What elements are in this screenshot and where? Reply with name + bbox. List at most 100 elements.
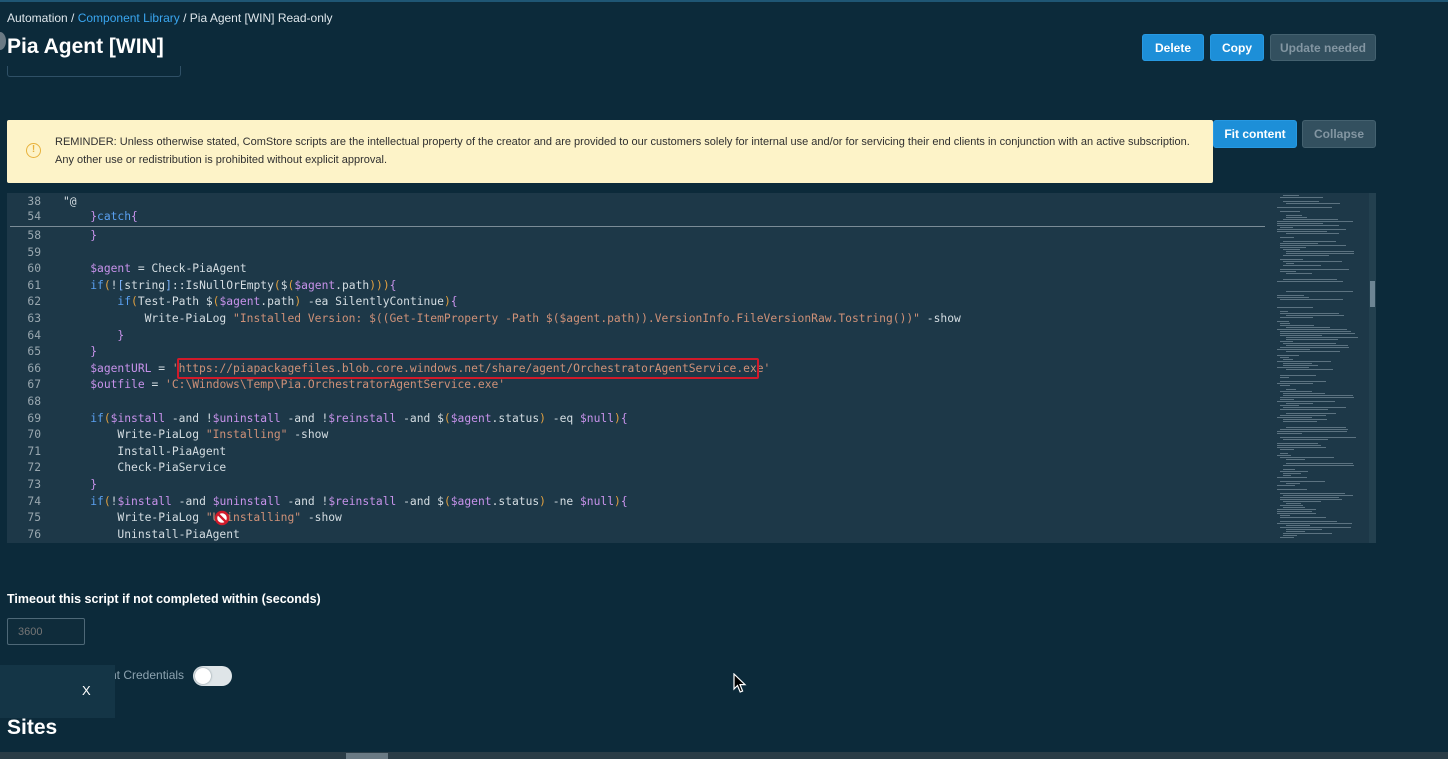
update-needed-button[interactable]: Update needed: [1270, 34, 1376, 61]
sticky-scroll-divider: [10, 226, 1265, 227]
minimap-line: [1280, 429, 1348, 430]
minimap-line: [1280, 271, 1296, 272]
line-number: 69: [27, 411, 41, 425]
minimap-line: [1280, 527, 1351, 528]
collapse-button[interactable]: Collapse: [1302, 120, 1376, 148]
minimap-line: [1283, 249, 1300, 250]
line-number: 70: [27, 428, 41, 442]
minimap-line: [1277, 221, 1353, 222]
minimap-line: [1277, 509, 1316, 510]
code-text: if(![string]::IsNullOrEmpty($($agent.pat…: [90, 278, 397, 292]
minimap-line: [1280, 397, 1354, 398]
minimap-line: [1277, 349, 1310, 350]
fit-content-button[interactable]: Fit content: [1213, 120, 1297, 148]
minimap-line: [1283, 261, 1342, 262]
breadcrumb-current: Pia Agent [WIN] Read-only: [189, 11, 333, 25]
url-highlight-annotation: [177, 358, 759, 379]
minimap-line: [1277, 321, 1289, 322]
code-text: Write-PiaLog "Installed Version: $((Get-…: [63, 312, 961, 325]
minimap-line: [1286, 253, 1354, 254]
delete-button[interactable]: Delete: [1142, 34, 1204, 61]
minimap-line: [1280, 245, 1346, 246]
minimap-line: [1286, 217, 1307, 218]
minimap-line: [1286, 525, 1310, 526]
minimap-line: [1277, 297, 1309, 298]
minimap-line: [1280, 211, 1300, 212]
minimap-line: [1277, 329, 1347, 330]
minimap-line: [1280, 243, 1318, 244]
breadcrumb-automation[interactable]: Automation: [7, 11, 68, 25]
minimap-line: [1286, 337, 1358, 338]
line-number: 60: [27, 262, 41, 276]
editor-vertical-scrollbar[interactable]: [1369, 193, 1376, 543]
minimap-line: [1283, 533, 1332, 534]
minimap-line: [1283, 359, 1293, 360]
minimap-line: [1280, 335, 1322, 336]
minimap-line: [1280, 377, 1289, 378]
minimap-line: [1280, 331, 1351, 332]
toast-notification: X: [0, 665, 115, 718]
minimap-line: [1280, 227, 1293, 228]
minimap-line: [1280, 399, 1294, 400]
page-scroll-thumb[interactable]: [346, 753, 388, 759]
minimap-line: [1280, 437, 1356, 438]
minimap-line: [1286, 483, 1300, 484]
sidebar-handle[interactable]: [0, 32, 6, 50]
code-text: }: [90, 345, 98, 359]
line-number: 59: [27, 245, 41, 259]
timeout-label: Timeout this script if not completed wit…: [7, 592, 321, 606]
minimap-line: [1277, 445, 1321, 446]
code-text: if($install -and !$uninstall -and !$rein…: [90, 411, 628, 425]
minimap-line: [1286, 339, 1338, 340]
minimap-line: [1280, 375, 1316, 376]
minimap-line: [1280, 259, 1303, 260]
minimap-line: [1280, 449, 1294, 450]
minimap-line: [1280, 311, 1288, 312]
minimap-line: [1283, 473, 1301, 474]
minimap-line: [1283, 495, 1353, 496]
line-number: 66: [27, 361, 41, 375]
toast-close-button[interactable]: X: [82, 683, 91, 698]
line-number: 67: [27, 378, 41, 392]
minimap-line: [1277, 295, 1304, 296]
minimap-line: [1280, 325, 1314, 326]
minimap-line: [1277, 355, 1299, 356]
minimap-line: [1286, 459, 1305, 460]
minimap-line: [1283, 419, 1327, 420]
minimap-line: [1283, 343, 1336, 344]
timeout-input[interactable]: [7, 618, 85, 645]
minimap-line: [1280, 521, 1337, 522]
minimap-line: [1283, 439, 1328, 440]
minimap-line: [1283, 475, 1291, 476]
minimap-line: [1277, 229, 1346, 230]
minimap-line: [1283, 395, 1353, 396]
minimap-line: [1286, 463, 1353, 464]
breadcrumb-component-library[interactable]: Component Library: [78, 11, 180, 25]
minimap-line: [1277, 207, 1332, 208]
minimap-line: [1286, 369, 1333, 370]
minimap-line: [1277, 431, 1347, 432]
code-text: }: [90, 478, 98, 491]
minimap-line: [1277, 443, 1318, 444]
minimap-line: [1277, 361, 1331, 362]
warning-circle-icon: !: [26, 143, 41, 158]
editor-scroll-thumb[interactable]: [1370, 281, 1375, 307]
minimap-line: [1280, 481, 1325, 482]
minimap-line: [1283, 501, 1321, 502]
minimap-line: [1286, 203, 1340, 204]
minimap-line: [1286, 529, 1322, 530]
copy-button[interactable]: Copy: [1210, 34, 1264, 61]
line-number: 58: [27, 229, 41, 242]
minimap-line: [1283, 535, 1297, 536]
code-text: $agent = Check-PiaAgent: [90, 262, 247, 276]
minimap-line: [1277, 383, 1313, 384]
editor-minimap[interactable]: [1269, 193, 1369, 543]
minimap-line: [1277, 433, 1302, 434]
minimap-line: [1277, 523, 1352, 524]
credentials-toggle[interactable]: [193, 666, 232, 686]
page-horizontal-scrollbar[interactable]: [0, 752, 1448, 759]
minimap-line: [1280, 499, 1342, 500]
minimap-line: [1277, 511, 1312, 512]
minimap-line: [1283, 255, 1329, 256]
code-editor[interactable]: 38 "@ 54 }catch{58 } 59 60 $agent = Check-Pi…: [7, 193, 1376, 543]
